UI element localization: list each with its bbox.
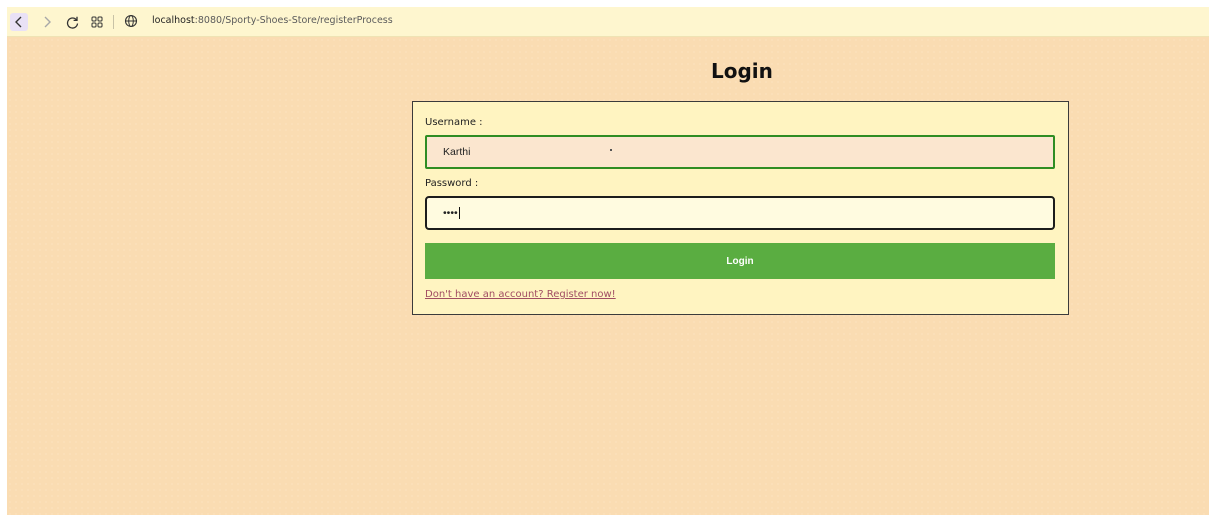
login-button[interactable]: Login <box>425 243 1055 279</box>
grid-icon <box>91 16 103 28</box>
register-link[interactable]: Don't have an account? Register now! <box>425 289 616 300</box>
globe-icon <box>124 14 138 28</box>
chevron-left-icon <box>15 16 22 28</box>
stray-dot <box>610 149 612 151</box>
page-title: Login <box>711 59 773 83</box>
password-input[interactable]: •••• <box>425 196 1055 230</box>
url-path: :8080/Sporty-Shoes-Store/registerProcess <box>194 15 393 26</box>
back-button[interactable] <box>10 13 28 31</box>
toolbar-separator <box>113 15 114 29</box>
browser-window: localhost:8080/Sporty-Shoes-Store/regist… <box>7 7 1209 515</box>
url-host: localhost <box>152 15 195 26</box>
username-label: Username : <box>425 117 483 128</box>
username-input[interactable]: Karthi <box>425 135 1055 169</box>
username-value: Karthi <box>443 146 471 158</box>
tabs-button[interactable] <box>88 13 106 31</box>
forward-button[interactable] <box>38 13 56 31</box>
reload-button[interactable] <box>63 13 81 31</box>
password-masked-value: •••• <box>443 207 458 219</box>
text-caret <box>458 207 460 219</box>
password-label: Password : <box>425 178 479 189</box>
browser-toolbar: localhost:8080/Sporty-Shoes-Store/regist… <box>7 7 1209 37</box>
address-bar[interactable]: localhost:8080/Sporty-Shoes-Store/regist… <box>152 15 393 26</box>
chevron-right-icon <box>44 16 51 28</box>
reload-icon <box>66 16 78 29</box>
login-form: Username : Karthi Password : •••• Login … <box>412 101 1069 315</box>
site-info-button[interactable] <box>124 14 140 30</box>
